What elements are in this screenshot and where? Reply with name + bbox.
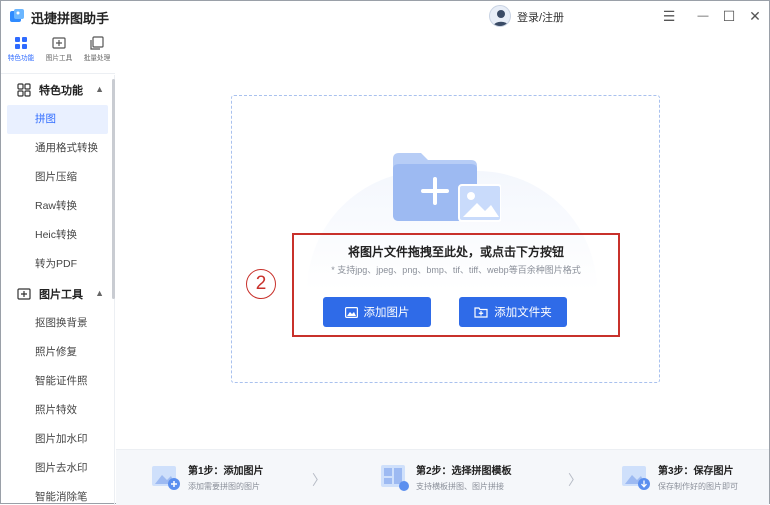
avatar[interactable] — [489, 5, 511, 27]
sidebar-item-pdf[interactable]: 转为PDF — [1, 250, 114, 279]
sidebar: 特色功能 ▲ 拼图 通用格式转换 图片压缩 Raw转换 Heic转换 转为PDF… — [1, 75, 115, 505]
image-tool-icon — [52, 37, 66, 49]
tab-image-tools[interactable]: 图片工具 — [41, 36, 77, 63]
sidebar-item-heic[interactable]: Heic转换 — [1, 221, 114, 250]
app-title: 迅捷拼图助手 — [31, 11, 110, 26]
tab-featured[interactable]: 特色功能 — [3, 36, 39, 63]
tab-featured-label: 特色功能 — [7, 55, 35, 62]
sidebar-item-id-photo[interactable]: 智能证件照 — [1, 367, 114, 396]
step-3: 第3步：保存图片 保存制作好的图片即可 — [620, 462, 738, 492]
user-icon — [493, 10, 509, 26]
step-2-desc: 支持横板拼图、图片拼接 — [416, 482, 504, 491]
app-window: 迅捷拼图助手 登录/注册 ☰ — ☐ ✕ 特色功能 图片工具 批量处理 特色功能… — [0, 0, 770, 505]
step-marker: 2 — [246, 269, 276, 299]
step-2-title: 第2步：选择拼图模板 — [416, 466, 512, 477]
step-3-title: 第3步：保存图片 — [658, 466, 734, 477]
step-3-desc: 保存制作好的图片即可 — [658, 482, 738, 491]
sidebar-item-smart-eraser[interactable]: 智能消除笔 — [1, 483, 114, 505]
menu-button[interactable]: ☰ — [659, 6, 679, 26]
image-icon — [344, 306, 358, 318]
close-button[interactable]: ✕ — [745, 6, 765, 26]
grid-icon — [15, 37, 27, 49]
sidebar-item-compress[interactable]: 图片压缩 — [1, 163, 114, 192]
chevron-right-icon: 〉 — [312, 472, 326, 488]
batch-icon — [90, 36, 104, 50]
image-icon — [17, 288, 31, 300]
add-image-button[interactable]: 添加图片 — [323, 297, 431, 327]
step-1-desc: 添加需要拼图的图片 — [188, 482, 260, 491]
steps-bar: 第1步：添加图片 添加需要拼图的图片 〉 第2步：选择拼图模板 支持横板拼图、图… — [116, 449, 769, 505]
folder-add-icon — [393, 153, 501, 222]
tab-batch[interactable]: 批量处理 — [79, 36, 115, 63]
sidebar-item-raw[interactable]: Raw转换 — [1, 192, 114, 221]
group-image-tools[interactable]: 图片工具 ▲ — [1, 279, 114, 309]
chevron-right-icon: 〉 — [568, 472, 582, 488]
add-image-label: 添加图片 — [363, 307, 410, 319]
chevron-up-icon[interactable]: ▲ — [95, 84, 104, 94]
folder-plus-icon — [474, 307, 488, 318]
app-logo-icon — [10, 9, 24, 22]
title-bar: 迅捷拼图助手 登录/注册 ☰ — ☐ ✕ — [1, 1, 769, 31]
group-image-tools-label: 图片工具 — [39, 289, 83, 301]
add-folder-button[interactable]: 添加文件夹 — [459, 297, 567, 327]
drop-zone-title: 将图片文件拖拽至此处，或点击下方按钮 — [347, 245, 564, 259]
save-image-step-icon — [622, 466, 650, 490]
chevron-up-icon[interactable]: ▲ — [95, 288, 104, 298]
tab-image-tools-label: 图片工具 — [45, 55, 73, 62]
grid-icon — [17, 83, 31, 97]
maximize-button[interactable]: ☐ — [719, 6, 739, 26]
sidebar-item-cutout[interactable]: 抠图换背景 — [1, 309, 114, 338]
group-featured[interactable]: 特色功能 ▲ — [1, 75, 114, 105]
sidebar-item-photo-effects[interactable]: 照片特效 — [1, 396, 114, 425]
template-step-icon — [381, 465, 409, 491]
tool-tabs: 特色功能 图片工具 批量处理 — [1, 32, 115, 74]
group-featured-label: 特色功能 — [39, 85, 83, 97]
add-image-step-icon — [152, 466, 180, 490]
drop-zone-subtitle: * 支持jpg、jpeg、png、bmp、tif、tiff、webp等百余种图片… — [331, 265, 581, 275]
step-1: 第1步：添加图片 添加需要拼图的图片 — [150, 462, 264, 492]
step-1-title: 第1步：添加图片 — [188, 466, 264, 477]
step-2: 第2步：选择拼图模板 支持横板拼图、图片拼接 — [378, 462, 512, 492]
sidebar-item-add-watermark[interactable]: 图片加水印 — [1, 425, 114, 454]
sidebar-scrollbar[interactable] — [112, 79, 115, 299]
add-folder-label: 添加文件夹 — [494, 307, 552, 319]
tab-batch-label: 批量处理 — [83, 55, 111, 62]
sidebar-item-photo-repair[interactable]: 照片修复 — [1, 338, 114, 367]
sidebar-item-collage[interactable]: 拼图 — [7, 105, 108, 134]
login-link[interactable]: 登录/注册 — [517, 9, 564, 25]
sidebar-item-remove-watermark[interactable]: 图片去水印 — [1, 454, 114, 483]
sidebar-item-format-convert[interactable]: 通用格式转换 — [1, 134, 114, 163]
minimize-button[interactable]: — — [693, 6, 713, 26]
